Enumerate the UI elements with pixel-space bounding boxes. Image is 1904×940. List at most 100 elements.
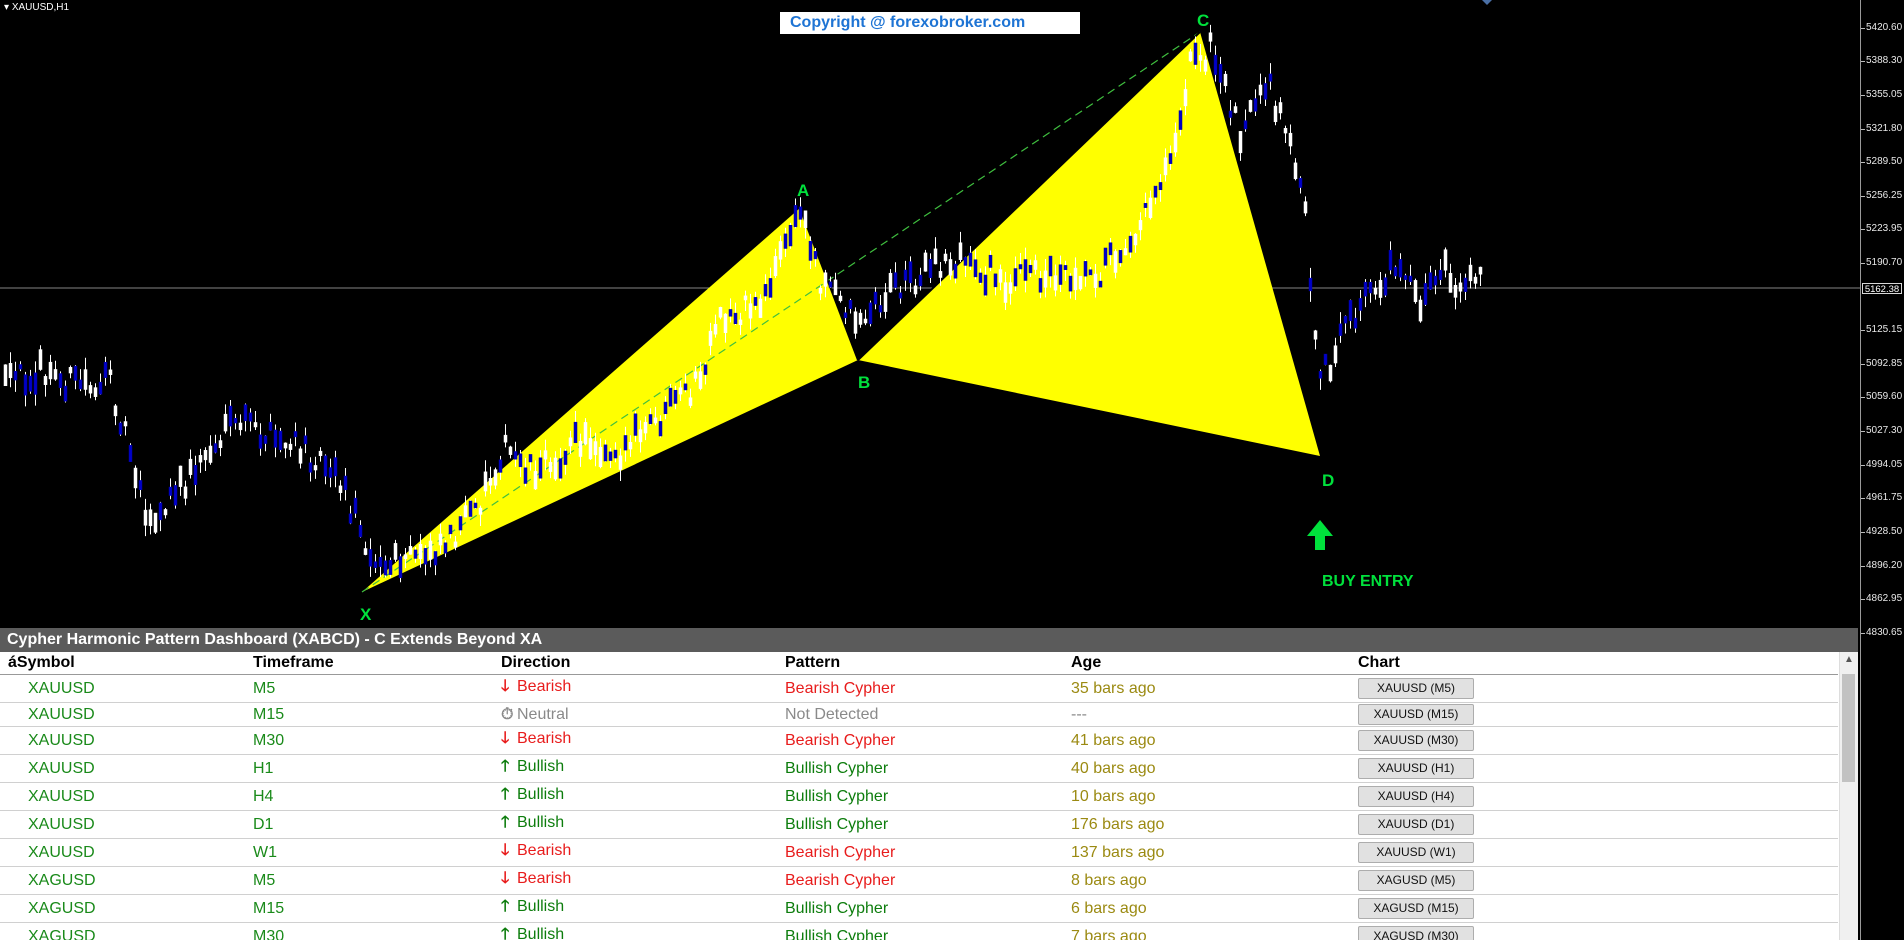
candle-body: [913, 285, 918, 295]
price-label: 5190.70: [1866, 257, 1903, 268]
candle-body: [1133, 233, 1138, 246]
price-chart[interactable]: X A B C D BUY ENTRY: [0, 0, 1860, 625]
candle-body: [198, 455, 203, 463]
candle-body: [203, 450, 208, 461]
open-chart-button[interactable]: XAGUSD (M5): [1358, 870, 1474, 891]
candle-body: [588, 438, 593, 460]
candle-body: [668, 387, 673, 407]
candle-body: [328, 467, 333, 478]
candle-body: [1028, 264, 1033, 274]
candle-body: [1298, 177, 1303, 188]
buy-entry-label: BUY ENTRY: [1322, 573, 1414, 590]
cell-direction: 🡑 Bullish: [493, 754, 777, 783]
col-timeframe[interactable]: Timeframe: [245, 652, 493, 675]
candle-body: [1393, 266, 1398, 277]
table-row[interactable]: XAUUSD M15 ⏱ Neutral Not Detected --- XAUUSD (…: [0, 702, 1838, 727]
candle-body: [1303, 201, 1308, 214]
table-row[interactable]: XAGUSD M30 🡑 Bullish Bullish Cypher 7 bars ag…: [0, 922, 1838, 940]
price-tick: [1861, 28, 1865, 29]
table-row[interactable]: XAGUSD M5 🡓 Bearish Bearish Cypher 8 bars ago…: [0, 866, 1838, 895]
candle-body: [698, 371, 703, 389]
candle-body: [1008, 282, 1013, 294]
table-row[interactable]: XAGUSD M15 🡑 Bullish Bullish Cypher 6 bars ag…: [0, 894, 1838, 923]
candle-body: [348, 513, 353, 524]
direction-text: Bullish: [517, 814, 565, 831]
chart-symbol-title: ▾ XAUUSD,H1: [4, 2, 69, 13]
cell-symbol: XAUUSD: [0, 838, 245, 867]
candle-body: [1093, 273, 1098, 288]
candle-body: [368, 549, 373, 567]
col-age[interactable]: Age: [1063, 652, 1350, 675]
price-axis[interactable]: 5420.60 5388.30 5355.05 5321.80 5289.50 5256.…: [1860, 0, 1904, 940]
scroll-thumb[interactable]: [1842, 674, 1855, 782]
direction-text: Bullish: [517, 786, 565, 803]
scroll-up-icon[interactable]: ▲: [1840, 652, 1858, 668]
open-chart-button[interactable]: XAGUSD (M15): [1358, 898, 1474, 919]
col-direction[interactable]: Direction: [493, 652, 777, 675]
candle-body: [503, 434, 508, 443]
candle-body: [848, 299, 853, 309]
clock-icon: ⏱: [501, 705, 514, 723]
price-tick: [1861, 330, 1865, 331]
cell-direction: 🡑 Bullish: [493, 922, 777, 940]
candle-body: [1033, 260, 1038, 270]
candle-body: [928, 259, 933, 278]
table-row[interactable]: XAUUSD M5 🡓 Bearish Bearish Cypher 35 bars ag…: [0, 674, 1838, 703]
cell-symbol: XAGUSD: [0, 866, 245, 895]
cell-direction: 🡓 Bearish: [493, 674, 777, 703]
candle-body: [693, 371, 698, 379]
candle-body: [1328, 364, 1333, 382]
open-chart-button[interactable]: XAUUSD (D1): [1358, 814, 1474, 835]
candle-body: [218, 440, 223, 449]
table-row[interactable]: XAUUSD W1 🡓 Bearish Bearish Cypher 137 bars a…: [0, 838, 1838, 867]
open-chart-button[interactable]: XAUUSD (M5): [1358, 678, 1474, 699]
candle-body: [158, 502, 163, 521]
table-row[interactable]: XAUUSD H4 🡑 Bullish Bullish Cypher 10 bars ag…: [0, 782, 1838, 811]
candle-body: [1158, 182, 1163, 191]
candle-body: [638, 429, 643, 443]
candle-body: [713, 324, 718, 335]
open-chart-button[interactable]: XAUUSD (M30): [1358, 730, 1474, 751]
open-chart-button[interactable]: XAGUSD (M30): [1358, 926, 1474, 940]
candle-body: [483, 471, 488, 492]
candle-body: [943, 253, 948, 262]
candle-body: [253, 422, 258, 428]
cell-pattern: Bullish Cypher: [777, 810, 1063, 839]
candle-body: [438, 533, 443, 546]
cell-symbol: XAUUSD: [0, 702, 245, 727]
open-chart-button[interactable]: XAUUSD (H4): [1358, 786, 1474, 807]
candle-body: [893, 272, 898, 288]
col-chart[interactable]: Chart: [1350, 652, 1838, 675]
direction-text: Bearish: [517, 730, 572, 747]
table-row[interactable]: XAUUSD H1 🡑 Bullish Bullish Cypher 40 bars ag…: [0, 754, 1838, 783]
arrow-up-icon: 🡑: [501, 758, 510, 775]
direction-text: Bullish: [517, 758, 565, 775]
candle-body: [598, 446, 603, 468]
candle-body: [433, 551, 438, 566]
candle-body: [343, 475, 348, 491]
cell-symbol: XAUUSD: [0, 754, 245, 783]
col-pattern[interactable]: Pattern: [777, 652, 1063, 675]
candle-body: [768, 278, 773, 298]
candle-body: [358, 524, 363, 538]
candle-body: [83, 369, 88, 390]
candle-body: [968, 252, 973, 267]
price-label: 4961.75: [1866, 492, 1903, 503]
cell-chart: XAUUSD (M15): [1350, 702, 1838, 727]
candle-body: [863, 318, 868, 324]
candle-body: [1013, 268, 1018, 287]
candle-body: [258, 434, 263, 449]
candle-body: [1253, 98, 1258, 112]
vertical-scrollbar[interactable]: ▲: [1839, 652, 1858, 940]
open-chart-button[interactable]: XAUUSD (M15): [1358, 704, 1474, 725]
candle-body: [1283, 128, 1288, 134]
open-chart-button[interactable]: XAUUSD (H1): [1358, 758, 1474, 779]
cell-pattern: Bullish Cypher: [777, 922, 1063, 940]
table-row[interactable]: XAUUSD M30 🡓 Bearish Bearish Cypher 41 bars a…: [0, 726, 1838, 755]
cell-symbol: XAGUSD: [0, 922, 245, 940]
table-row[interactable]: XAUUSD D1 🡑 Bullish Bullish Cypher 176 bars a…: [0, 810, 1838, 839]
chart-menu-icon[interactable]: ▾: [4, 2, 12, 13]
open-chart-button[interactable]: XAUUSD (W1): [1358, 842, 1474, 863]
col-symbol[interactable]: áSymbol: [0, 652, 245, 675]
candle-body: [1288, 132, 1293, 147]
